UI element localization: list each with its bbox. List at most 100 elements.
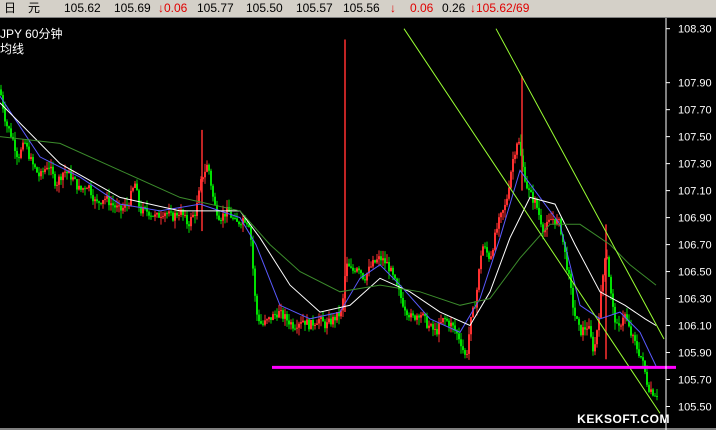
candle bbox=[316, 319, 318, 326]
candle bbox=[654, 393, 656, 397]
candle bbox=[34, 163, 36, 170]
candle bbox=[164, 211, 166, 223]
candle bbox=[208, 163, 210, 175]
candle bbox=[304, 320, 306, 331]
channel-line bbox=[403, 28, 661, 414]
y-tick-label: 105.50 bbox=[678, 402, 712, 414]
candle bbox=[220, 217, 222, 225]
candle bbox=[486, 241, 488, 258]
candle bbox=[18, 153, 20, 163]
candle bbox=[162, 211, 164, 220]
candle bbox=[348, 258, 350, 267]
candle bbox=[358, 266, 360, 275]
candle bbox=[148, 210, 150, 220]
candle bbox=[218, 210, 220, 221]
y-tick-label: 107.70 bbox=[678, 105, 712, 117]
candle bbox=[502, 209, 504, 220]
candle bbox=[648, 382, 650, 394]
candle bbox=[278, 304, 280, 319]
quote-field-4: 105.69 bbox=[114, 1, 151, 15]
candle bbox=[592, 332, 594, 356]
candle bbox=[74, 175, 76, 180]
quote-field-5: ↓0.06 bbox=[158, 1, 188, 15]
chart-window: 日 元 105.62 105.69 ↓0.06 105.77 105.50 10… bbox=[0, 0, 716, 430]
candle bbox=[404, 299, 406, 316]
candle bbox=[616, 318, 618, 324]
candle bbox=[6, 119, 8, 133]
candle bbox=[430, 322, 432, 328]
candle bbox=[590, 320, 592, 339]
candle bbox=[318, 313, 320, 330]
candle bbox=[586, 322, 588, 336]
trend-lines bbox=[272, 28, 676, 414]
y-tick-label: 107.50 bbox=[678, 132, 712, 144]
quote-field-3: 105.62 bbox=[64, 1, 101, 15]
candle bbox=[84, 185, 86, 196]
candle bbox=[254, 265, 256, 302]
candle bbox=[38, 167, 40, 182]
candle bbox=[498, 213, 500, 237]
quote-field-9: 105.56 bbox=[343, 1, 380, 15]
candle bbox=[62, 171, 64, 189]
candle bbox=[388, 256, 390, 280]
candle bbox=[466, 349, 468, 359]
candle bbox=[622, 310, 624, 332]
y-tick-label: 105.90 bbox=[678, 348, 712, 360]
candle bbox=[482, 244, 484, 256]
candle bbox=[330, 313, 332, 327]
y-tick-label: 106.50 bbox=[678, 267, 712, 279]
candle bbox=[432, 320, 434, 337]
candle bbox=[112, 195, 114, 213]
candle bbox=[494, 229, 496, 252]
candle bbox=[496, 222, 498, 235]
candle bbox=[368, 258, 370, 277]
candle bbox=[194, 211, 196, 224]
quote-field-2: 元 bbox=[28, 1, 41, 15]
candle bbox=[412, 310, 414, 318]
candle bbox=[638, 342, 640, 358]
y-tick-label: 107.90 bbox=[678, 78, 712, 90]
quote-field-12: 0.26 bbox=[442, 1, 466, 15]
candle bbox=[540, 208, 542, 228]
candle bbox=[14, 131, 16, 159]
price-chart: 108.30 107.90 107.70 107.50 107.30 107.10 106.… bbox=[0, 18, 716, 430]
candle bbox=[506, 194, 508, 207]
candle bbox=[170, 204, 172, 216]
candle bbox=[614, 302, 616, 330]
candle bbox=[270, 317, 272, 324]
candle bbox=[44, 165, 46, 175]
candle bbox=[436, 323, 438, 337]
candle bbox=[500, 211, 502, 223]
candle bbox=[118, 200, 120, 213]
candle bbox=[32, 153, 34, 171]
candle bbox=[332, 314, 334, 328]
candle bbox=[634, 331, 636, 346]
ma-line bbox=[0, 102, 657, 327]
candle bbox=[228, 199, 230, 213]
candle bbox=[462, 339, 464, 354]
candle bbox=[266, 318, 268, 325]
candle bbox=[410, 308, 412, 322]
candle bbox=[386, 254, 388, 264]
candle bbox=[16, 147, 18, 165]
quote-field-13: ↓105.62/69 bbox=[470, 1, 530, 15]
candle bbox=[434, 322, 436, 336]
candle bbox=[212, 183, 214, 202]
candle bbox=[408, 312, 410, 321]
candle bbox=[518, 137, 520, 146]
candle bbox=[36, 166, 38, 173]
candle bbox=[438, 318, 440, 343]
candle bbox=[524, 161, 526, 183]
candle bbox=[306, 314, 308, 325]
candle bbox=[578, 316, 580, 331]
candle bbox=[446, 316, 448, 322]
candle bbox=[196, 195, 198, 220]
candle bbox=[480, 250, 482, 274]
candle bbox=[422, 311, 424, 317]
candle bbox=[12, 132, 14, 141]
candle bbox=[240, 222, 242, 229]
watermark: KEKSOFT.COM bbox=[577, 412, 670, 426]
candle bbox=[310, 319, 312, 330]
candle bbox=[130, 185, 132, 207]
candle bbox=[314, 322, 316, 330]
